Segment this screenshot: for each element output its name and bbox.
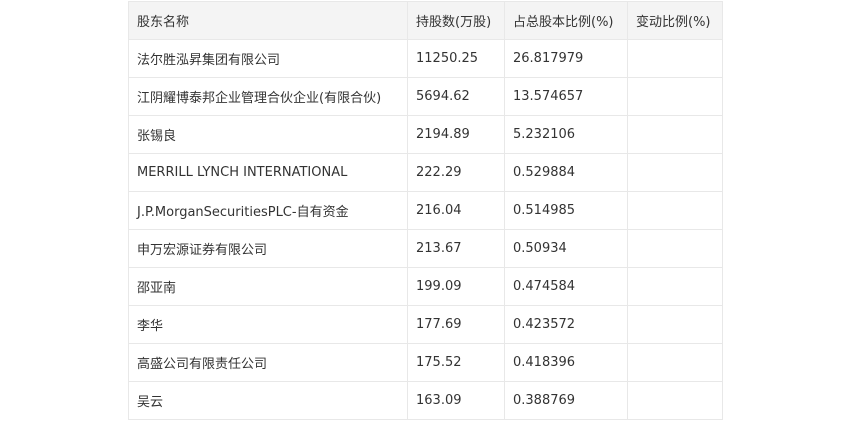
- cell-ratio: 0.418396: [504, 343, 628, 382]
- table-row: 张锡良 2194.89 5.232106: [128, 115, 723, 154]
- cell-shares: 163.09: [407, 381, 505, 420]
- table-row: MERRILL LYNCH INTERNATIONAL 222.29 0.529…: [128, 153, 723, 192]
- cell-holder-name: 高盛公司有限责任公司: [128, 343, 408, 382]
- cell-ratio: 5.232106: [504, 115, 628, 154]
- cell-change: [627, 191, 723, 230]
- cell-shares: 213.67: [407, 229, 505, 268]
- cell-ratio: 0.50934: [504, 229, 628, 268]
- cell-holder-name: MERRILL LYNCH INTERNATIONAL: [128, 153, 408, 192]
- cell-holder-name: 申万宏源证券有限公司: [128, 229, 408, 268]
- cell-holder-name: 张锡良: [128, 115, 408, 154]
- cell-shares: 216.04: [407, 191, 505, 230]
- cell-shares: 2194.89: [407, 115, 505, 154]
- cell-shares: 175.52: [407, 343, 505, 382]
- header-row: 股东名称 持股数(万股) 占总股本比例(%) 变动比例(%): [128, 1, 723, 40]
- cell-ratio: 0.388769: [504, 381, 628, 420]
- cell-change: [627, 381, 723, 420]
- cell-shares: 199.09: [407, 267, 505, 306]
- cell-change: [627, 115, 723, 154]
- cell-shares: 5694.62: [407, 77, 505, 116]
- table-header: 股东名称 持股数(万股) 占总股本比例(%) 变动比例(%): [128, 1, 723, 40]
- cell-ratio: 0.514985: [504, 191, 628, 230]
- table-row: 法尔胜泓昇集团有限公司 11250.25 26.817979: [128, 39, 723, 78]
- cell-ratio: 0.474584: [504, 267, 628, 306]
- table-row: J.P.MorganSecuritiesPLC-自有资金 216.04 0.51…: [128, 191, 723, 230]
- cell-shares: 177.69: [407, 305, 505, 344]
- cell-ratio: 13.574657: [504, 77, 628, 116]
- cell-change: [627, 305, 723, 344]
- table-row: 高盛公司有限责任公司 175.52 0.418396: [128, 343, 723, 382]
- cell-change: [627, 77, 723, 116]
- cell-change: [627, 153, 723, 192]
- header-shares: 持股数(万股): [407, 1, 505, 40]
- cell-holder-name: 李华: [128, 305, 408, 344]
- table-row: 吴云 163.09 0.388769: [128, 381, 723, 420]
- cell-change: [627, 229, 723, 268]
- table-row: 江阴耀博泰邦企业管理合伙企业(有限合伙) 5694.62 13.574657: [128, 77, 723, 116]
- cell-change: [627, 343, 723, 382]
- header-change-ratio: 变动比例(%): [627, 1, 723, 40]
- cell-ratio: 0.529884: [504, 153, 628, 192]
- cell-ratio: 0.423572: [504, 305, 628, 344]
- cell-holder-name: 吴云: [128, 381, 408, 420]
- table-body: 法尔胜泓昇集团有限公司 11250.25 26.817979 江阴耀博泰邦企业管…: [128, 39, 723, 420]
- cell-holder-name: 邵亚南: [128, 267, 408, 306]
- cell-change: [627, 267, 723, 306]
- shareholders-table: 股东名称 持股数(万股) 占总股本比例(%) 变动比例(%) 法尔胜泓昇集团有限…: [128, 1, 723, 420]
- table-row: 申万宏源证券有限公司 213.67 0.50934: [128, 229, 723, 268]
- cell-shares: 11250.25: [407, 39, 505, 78]
- cell-change: [627, 39, 723, 78]
- header-holder-name: 股东名称: [128, 1, 408, 40]
- table-row: 邵亚南 199.09 0.474584: [128, 267, 723, 306]
- cell-holder-name: 法尔胜泓昇集团有限公司: [128, 39, 408, 78]
- header-ratio: 占总股本比例(%): [504, 1, 628, 40]
- table-row: 李华 177.69 0.423572: [128, 305, 723, 344]
- cell-holder-name: 江阴耀博泰邦企业管理合伙企业(有限合伙): [128, 77, 408, 116]
- cell-holder-name: J.P.MorganSecuritiesPLC-自有资金: [128, 191, 408, 230]
- cell-shares: 222.29: [407, 153, 505, 192]
- cell-ratio: 26.817979: [504, 39, 628, 78]
